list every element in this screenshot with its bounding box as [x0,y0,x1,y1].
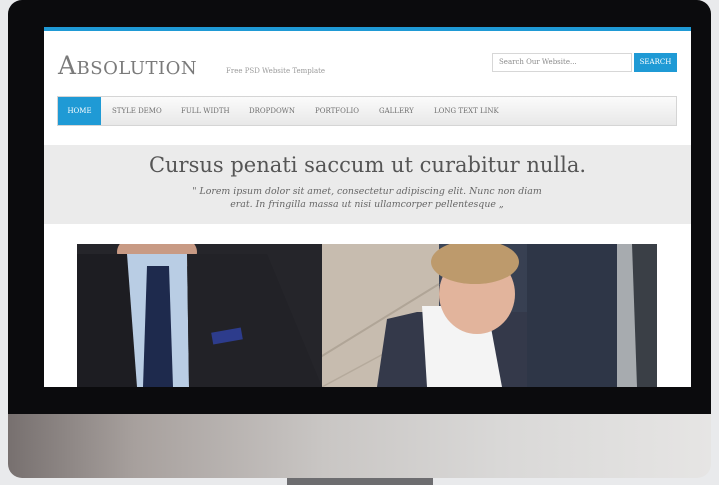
nav-item-style-demo[interactable]: STYLE DEMO [112,97,162,125]
hero-quote: " Lorem ipsum dolor sit amet, consectetu… [172,185,562,211]
hero-banner: Cursus penati saccum ut curabitur nulla.… [44,145,691,224]
main-navigation: HOME STYLE DEMO FULL WIDTH DROPDOWN PORT… [57,96,677,126]
search-button[interactable]: SEARCH [634,53,677,72]
search-input[interactable]: Search Our Website... [492,53,632,72]
monitor-chin [8,414,711,478]
monitor-bezel: Absolution Free PSD Website Template Sea… [8,0,711,416]
monitor: Absolution Free PSD Website Template Sea… [8,0,711,480]
nav-item-full-width[interactable]: FULL WIDTH [181,97,230,125]
hero-quote-line-2: erat. In fringilla massa ut nisi ullamco… [230,199,504,210]
hero-quote-line-1: " Lorem ipsum dolor sit amet, consectetu… [192,186,542,197]
accent-top-bar [44,27,691,31]
nav-item-dropdown[interactable]: DROPDOWN [249,97,295,125]
hero-photo [77,244,657,387]
nav-item-home[interactable]: HOME [58,97,101,125]
site-logo[interactable]: Absolution [58,51,197,80]
nav-item-long-text-link[interactable]: LONG TEXT LINK [434,97,499,125]
site-tagline: Free PSD Website Template [226,67,326,75]
nav-item-portfolio[interactable]: PORTFOLIO [315,97,359,125]
monitor-stand [287,478,433,485]
website-screen: Absolution Free PSD Website Template Sea… [44,27,691,387]
hero-title: Cursus penati saccum ut curabitur nulla. [148,153,587,177]
business-people-photo [77,244,657,387]
nav-item-gallery[interactable]: GALLERY [379,97,414,125]
